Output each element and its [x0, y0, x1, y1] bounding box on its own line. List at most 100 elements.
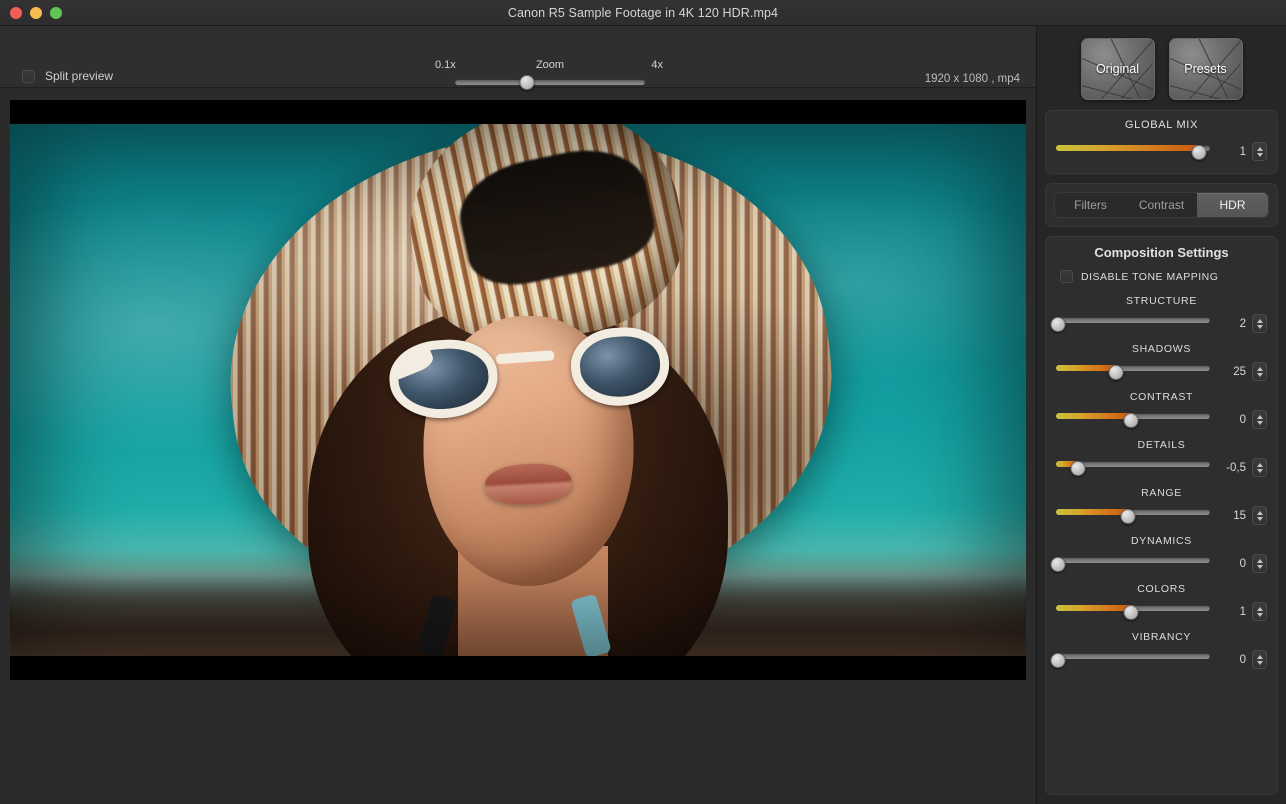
slider-colors[interactable]	[1056, 605, 1210, 619]
chevron-down-icon[interactable]	[1257, 565, 1263, 569]
global-mix-fill	[1056, 145, 1199, 151]
chevron-up-icon[interactable]	[1257, 559, 1263, 563]
chevron-down-icon[interactable]	[1257, 517, 1263, 521]
chevron-up-icon[interactable]	[1257, 147, 1263, 151]
stepper-details[interactable]	[1252, 458, 1267, 477]
chevron-down-icon[interactable]	[1257, 325, 1263, 329]
control-label-vibrancy: VIBRANCY	[1056, 631, 1267, 643]
zoom-title-label: Zoom	[536, 59, 564, 71]
global-mix-stepper[interactable]	[1252, 142, 1267, 161]
slider-structure[interactable]	[1056, 317, 1210, 331]
slider-thumb[interactable]	[1050, 317, 1065, 332]
window-controls	[10, 7, 62, 19]
close-button-icon[interactable]	[10, 7, 22, 19]
slider-thumb[interactable]	[1124, 413, 1139, 428]
control-label-dynamics: DYNAMICS	[1056, 535, 1267, 547]
main-body: Split preview 0.1x Zoom 4x 1920 x 1080 ,…	[0, 26, 1286, 804]
slider-track	[1056, 317, 1210, 323]
slider-track	[1056, 653, 1210, 659]
chevron-up-icon[interactable]	[1257, 415, 1263, 419]
zoom-labels: 0.1x Zoom 4x	[455, 59, 645, 75]
zoom-max-label: 4x	[651, 59, 663, 71]
slider-dynamics[interactable]	[1056, 557, 1210, 571]
stepper-vibrancy[interactable]	[1252, 650, 1267, 669]
app-window: Canon R5 Sample Footage in 4K 120 HDR.mp…	[0, 0, 1286, 804]
chevron-up-icon[interactable]	[1257, 511, 1263, 515]
photo-lens-right	[569, 324, 672, 409]
stepper-contrast[interactable]	[1252, 410, 1267, 429]
slider-thumb[interactable]	[1121, 509, 1136, 524]
stepper-colors[interactable]	[1252, 602, 1267, 621]
stepper-shadows[interactable]	[1252, 362, 1267, 381]
zoom-control[interactable]: 0.1x Zoom 4x	[455, 59, 645, 89]
global-mix-title: GLOBAL MIX	[1056, 119, 1267, 131]
letterbox-bottom	[10, 656, 1026, 680]
letterbox-top	[10, 100, 1026, 124]
control-value-structure: 2	[1216, 318, 1246, 330]
composition-settings-panel: Composition Settings DISABLE TONE MAPPIN…	[1045, 236, 1278, 795]
chevron-down-icon[interactable]	[1257, 661, 1263, 665]
control-label-shadows: SHADOWS	[1056, 343, 1267, 355]
slider-details[interactable]	[1056, 461, 1210, 475]
control-value-contrast: 0	[1216, 414, 1246, 426]
control-row-vibrancy: 0	[1056, 650, 1267, 669]
composition-controls-list: STRUCTURE2SHADOWS25CONTRAST0DETAILS-0,5R…	[1056, 295, 1267, 669]
slider-thumb[interactable]	[1109, 365, 1124, 380]
slider-thumb[interactable]	[1050, 557, 1065, 572]
photo-lens-left	[387, 336, 500, 421]
zoom-slider[interactable]	[455, 75, 645, 89]
chevron-up-icon[interactable]	[1257, 319, 1263, 323]
preview-toolbar: Split preview 0.1x Zoom 4x 1920 x 1080 ,…	[0, 26, 1036, 88]
composition-settings-title: Composition Settings	[1056, 245, 1267, 260]
chevron-down-icon[interactable]	[1257, 373, 1263, 377]
disable-tone-mapping-label: DISABLE TONE MAPPING	[1081, 271, 1218, 283]
control-label-details: DETAILS	[1056, 439, 1267, 451]
tab-hdr[interactable]: HDR	[1197, 193, 1268, 217]
stepper-range[interactable]	[1252, 506, 1267, 525]
disable-tone-mapping-control[interactable]: DISABLE TONE MAPPING	[1060, 270, 1267, 283]
original-thumbnail[interactable]: Original	[1081, 38, 1155, 100]
zoom-button-icon[interactable]	[50, 7, 62, 19]
control-row-colors: 1	[1056, 602, 1267, 621]
control-value-range: 15	[1216, 510, 1246, 522]
stepper-dynamics[interactable]	[1252, 554, 1267, 573]
chevron-down-icon[interactable]	[1257, 613, 1263, 617]
slider-contrast[interactable]	[1056, 413, 1210, 427]
control-row-dynamics: 0	[1056, 554, 1267, 573]
slider-fill	[1056, 509, 1128, 515]
minimize-button-icon[interactable]	[30, 7, 42, 19]
slider-thumb[interactable]	[1050, 653, 1065, 668]
photo-glasses-bridge	[496, 350, 555, 364]
stepper-structure[interactable]	[1252, 314, 1267, 333]
zoom-slider-thumb[interactable]	[520, 75, 535, 90]
mode-tabs: Filters Contrast HDR	[1054, 192, 1269, 218]
control-value-colors: 1	[1216, 606, 1246, 618]
chevron-down-icon[interactable]	[1257, 153, 1263, 157]
chevron-up-icon[interactable]	[1257, 463, 1263, 467]
tab-contrast[interactable]: Contrast	[1126, 193, 1197, 217]
chevron-up-icon[interactable]	[1257, 607, 1263, 611]
global-mix-slider[interactable]	[1056, 145, 1210, 159]
global-mix-thumb[interactable]	[1192, 145, 1207, 160]
chevron-up-icon[interactable]	[1257, 367, 1263, 371]
chevron-down-icon[interactable]	[1257, 421, 1263, 425]
photo-lens-cateye-tip	[389, 344, 436, 380]
slider-fill	[1056, 413, 1131, 419]
slider-thumb[interactable]	[1070, 461, 1085, 476]
chevron-up-icon[interactable]	[1257, 655, 1263, 659]
settings-sidebar: Original Presets GLOBAL MIX	[1036, 26, 1286, 804]
slider-shadows[interactable]	[1056, 365, 1210, 379]
chevron-down-icon[interactable]	[1257, 469, 1263, 473]
split-preview-control[interactable]: Split preview	[22, 69, 113, 83]
split-preview-checkbox[interactable]	[22, 70, 35, 83]
slider-thumb[interactable]	[1124, 605, 1139, 620]
preset-thumbnails: Original Presets	[1045, 32, 1278, 110]
disable-tone-mapping-checkbox[interactable]	[1060, 270, 1073, 283]
video-preview[interactable]	[10, 100, 1026, 680]
tab-filters[interactable]: Filters	[1055, 193, 1126, 217]
slider-range[interactable]	[1056, 509, 1210, 523]
slider-vibrancy[interactable]	[1056, 653, 1210, 667]
presets-thumbnail[interactable]: Presets	[1169, 38, 1243, 100]
preview-photo	[10, 124, 1026, 656]
global-mix-value: 1	[1216, 146, 1246, 158]
